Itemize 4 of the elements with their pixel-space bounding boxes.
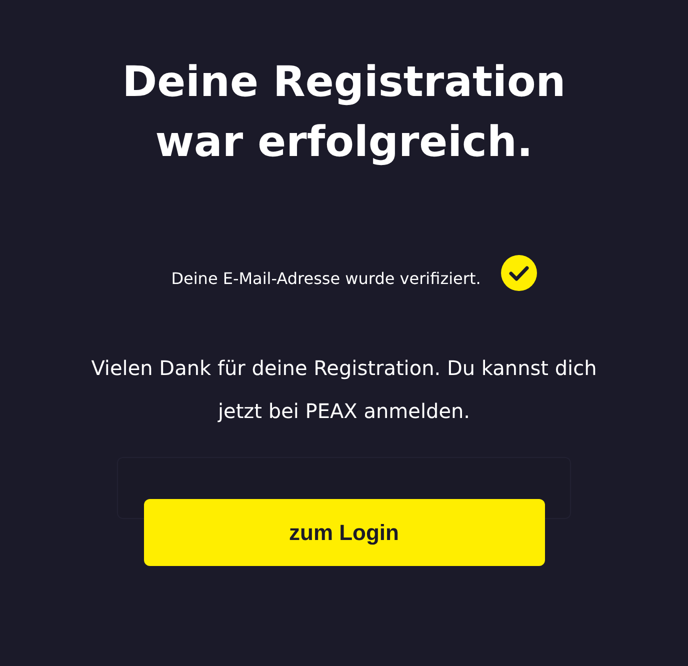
verification-text: Deine E-Mail-Adresse wurde verifiziert. — [171, 268, 481, 290]
login-button[interactable]: zum Login — [144, 499, 544, 566]
message-text: Vielen Dank für deine Registration. Du kannst dich jetzt bei PEAX anmelden. — [90, 355, 598, 425]
page-title: Deine Registration war erfolgreich. — [121, 56, 567, 168]
